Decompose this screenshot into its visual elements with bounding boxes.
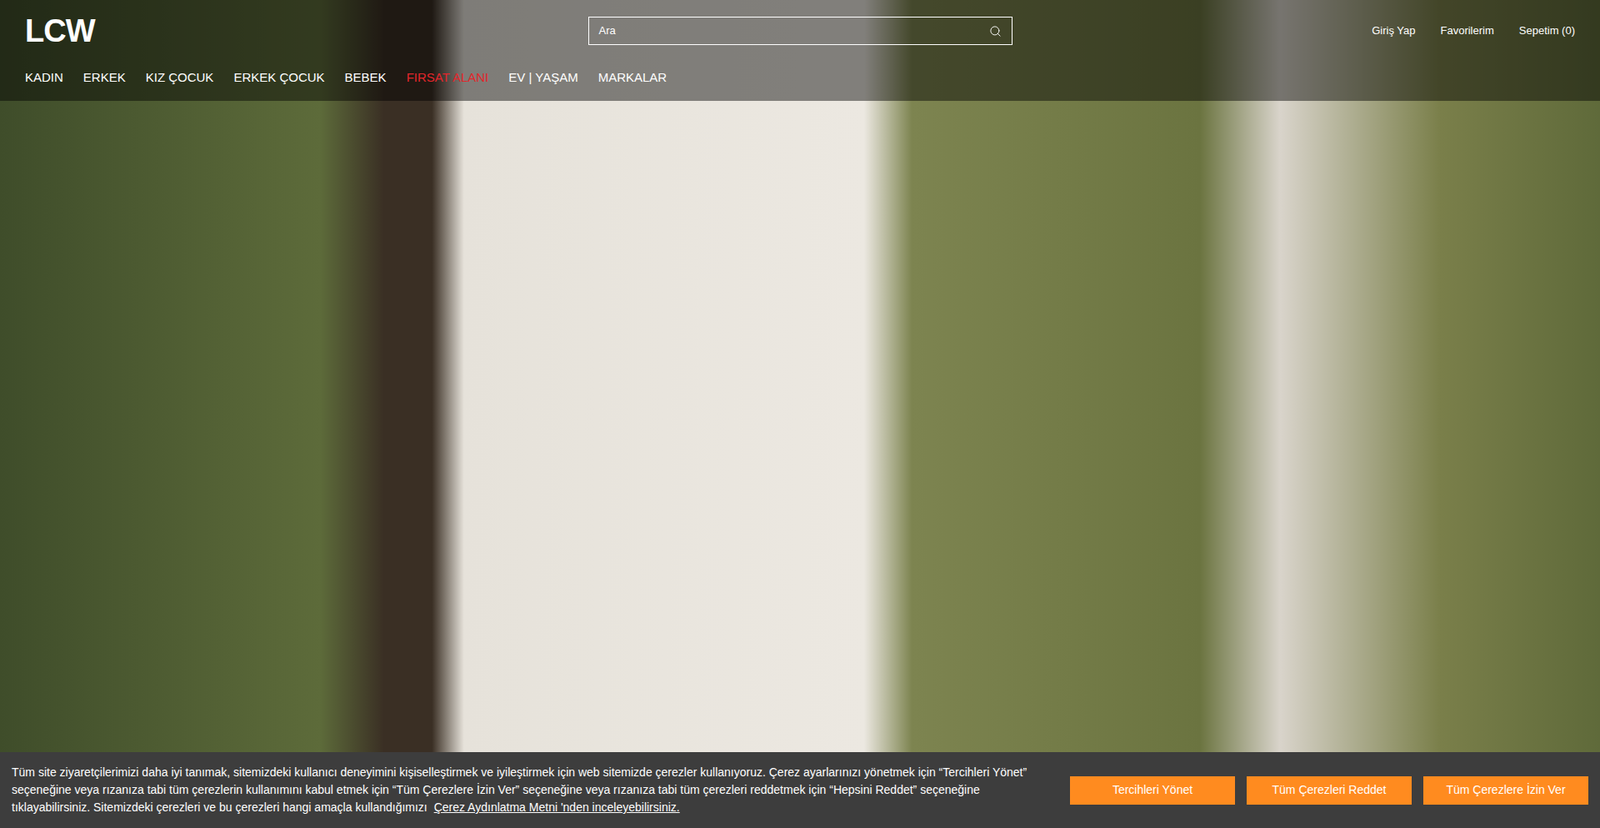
search-field[interactable]: Ara [588, 16, 1013, 45]
hero-image[interactable] [0, 0, 1600, 828]
cookie-button[interactable]: Tüm Çerezleri Reddet [1246, 775, 1412, 805]
account-link[interactable]: Sepetim (0) [1519, 22, 1575, 40]
nav-item[interactable]: ERKEK ÇOCUK [233, 68, 325, 88]
cookie-buttons: Tercihleri Yönet Tüm Çerezleri Reddet Tüm … [1070, 775, 1589, 805]
nav-item[interactable]: KIZ ÇOCUK [145, 68, 215, 88]
cookie-button[interactable]: Tüm Çerezlere İzin Ver [1423, 775, 1589, 805]
site-header: LCW Ara Giriş Yap Favorilerim Sepetim (0) KAD… [0, 0, 1600, 101]
search-placeholder: Ara [599, 22, 983, 40]
account-link[interactable]: Giriş Yap [1371, 22, 1415, 40]
logo[interactable]: LCW [25, 15, 275, 47]
cookie-banner: Tüm site ziyaretçilerimizi daha iyi tanı… [0, 751, 1600, 828]
nav-item[interactable]: BEBEK [345, 68, 387, 88]
main-nav: KADIN ERKEK KIZ ÇOCUK ERKEK ÇOCUK BEBEK FIRSA… [25, 68, 1575, 88]
nav-item[interactable]: EV | YAŞAM [508, 68, 578, 88]
cookie-button[interactable]: Tercihleri Yönet [1070, 775, 1235, 805]
account-links: Giriş Yap Favorilerim Sepetim (0) [1325, 22, 1575, 40]
nav-item[interactable]: FIRSAT ALANI [406, 68, 490, 88]
search-icon[interactable] [989, 25, 1002, 38]
nav-item[interactable]: MARKALAR [598, 68, 668, 88]
page: LCW Ara Giriş Yap Favorilerim Sepetim (0) KAD… [0, 0, 1600, 828]
header-top-row: LCW Ara Giriş Yap Favorilerim Sepetim (0) [25, 15, 1575, 47]
nav-item[interactable]: ERKEK [83, 68, 126, 88]
cookie-text: Tüm site ziyaretçilerimizi daha iyi tanı… [11, 763, 1050, 816]
account-link[interactable]: Favorilerim [1440, 22, 1495, 40]
cookie-policy-link[interactable]: Çerez Aydınlatma Metni 'nden inceleyebil… [434, 800, 680, 814]
nav-item[interactable]: KADIN [25, 68, 64, 88]
